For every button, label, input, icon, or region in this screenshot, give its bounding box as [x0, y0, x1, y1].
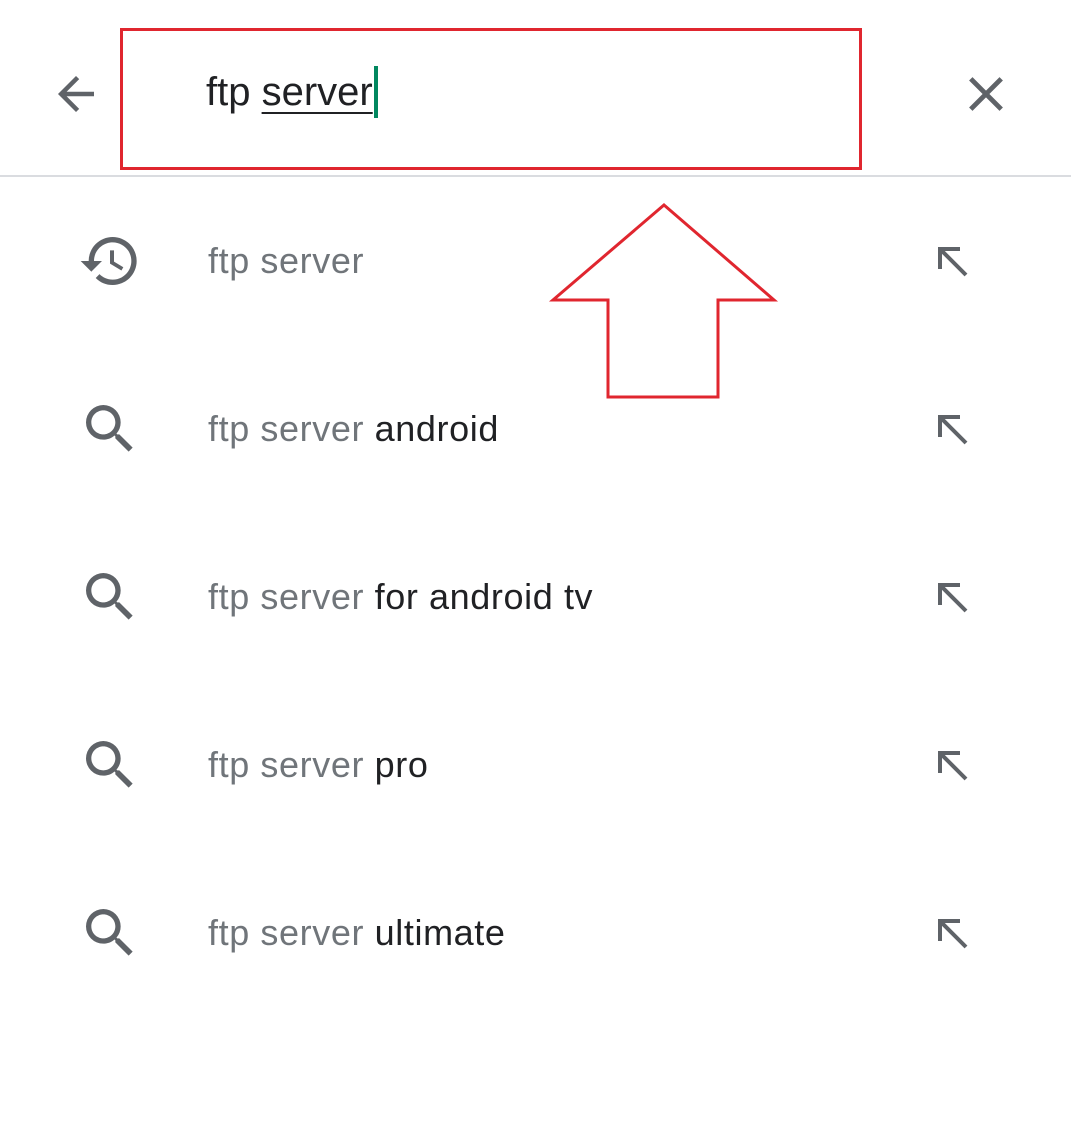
fill-query-button[interactable]: [920, 229, 984, 293]
suggestion-prefix: ftp server: [208, 408, 365, 449]
close-icon: [969, 77, 1003, 111]
search-bar: ftp server: [0, 0, 1071, 176]
suggestion-item[interactable]: ftp server for android tv: [0, 513, 1071, 681]
search-icon: [78, 565, 142, 629]
clear-button[interactable]: [954, 62, 1018, 126]
suggestion-item[interactable]: ftp server: [0, 177, 1071, 345]
search-input[interactable]: ftp server: [206, 62, 378, 122]
suggestion-item[interactable]: ftp server android: [0, 345, 1071, 513]
arrow-up-left-icon: [938, 415, 968, 445]
search-icon: [78, 733, 142, 797]
suggestion-text: ftp server pro: [208, 743, 428, 787]
fill-query-button[interactable]: [920, 565, 984, 629]
suggestion-prefix: ftp server: [208, 744, 365, 785]
suggestion-suffix: android: [364, 408, 499, 449]
search-query-composing-text: server: [261, 70, 373, 114]
arrow-up-left-icon: [938, 583, 968, 613]
fill-query-button[interactable]: [920, 397, 984, 461]
suggestion-prefix: ftp server: [208, 576, 365, 617]
suggestion-text: ftp server android: [208, 407, 499, 451]
suggestion-text: ftp server for android tv: [208, 575, 593, 619]
suggestion-text: ftp server ultimate: [208, 911, 506, 955]
search-icon: [78, 397, 142, 461]
fill-query-button[interactable]: [920, 733, 984, 797]
arrow-back-icon: [58, 76, 94, 112]
suggestion-prefix: ftp server: [208, 912, 365, 953]
arrow-up-left-icon: [938, 919, 968, 949]
history-icon: [78, 229, 142, 293]
fill-query-button[interactable]: [920, 901, 984, 965]
suggestion-suffix: for android tv: [364, 576, 594, 617]
search-icon: [78, 901, 142, 965]
arrow-up-left-icon: [938, 247, 968, 277]
suggestion-prefix: ftp server: [208, 240, 365, 281]
suggestion-item[interactable]: ftp server ultimate: [0, 849, 1071, 1017]
suggestion-suffix: ultimate: [364, 912, 506, 953]
suggestion-suffix: pro: [364, 744, 429, 785]
text-cursor: [373, 66, 378, 118]
arrow-up-left-icon: [938, 751, 968, 781]
suggestion-item[interactable]: ftp server pro: [0, 681, 1071, 849]
search-query-text: ftp: [206, 70, 262, 114]
back-button[interactable]: [44, 62, 108, 126]
suggestion-text: ftp server: [208, 239, 364, 283]
